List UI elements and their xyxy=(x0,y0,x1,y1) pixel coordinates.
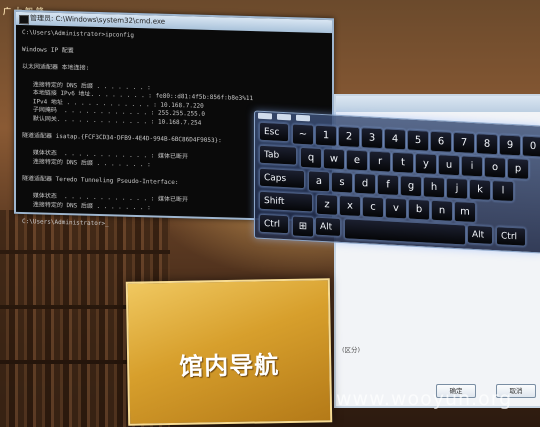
key-n[interactable]: n xyxy=(431,199,453,222)
alt-key[interactable]: Alt xyxy=(467,224,493,245)
keyboard-header-button[interactable] xyxy=(296,114,310,122)
key-t[interactable]: t xyxy=(392,151,414,174)
key-k[interactable]: k xyxy=(469,178,491,201)
key-h[interactable]: h xyxy=(423,176,445,199)
key-j[interactable]: j xyxy=(446,177,468,200)
tab-key[interactable]: Tab xyxy=(259,144,297,166)
key-x[interactable]: x xyxy=(339,194,361,218)
key-l[interactable]: l xyxy=(492,179,514,203)
key-4[interactable]: 4 xyxy=(384,128,406,151)
ctrl-key[interactable]: Ctrl xyxy=(496,226,526,247)
on-screen-keyboard[interactable]: Esc ~1 2 3 4 5 6 7 8 9 0 Tab q w e r t y u i o p Caps a s d f g h j k l… xyxy=(254,110,540,254)
key-q[interactable]: q xyxy=(300,146,322,170)
key-d[interactable]: d xyxy=(354,172,376,195)
alt-key[interactable]: Alt xyxy=(315,216,341,238)
library-navigation-label: 馆内导航 xyxy=(179,351,280,381)
key-5[interactable]: 5 xyxy=(407,129,429,152)
cmd-title: 管理员: C:\Windows\system32\cmd.exe xyxy=(30,14,166,26)
key-7[interactable]: 7 xyxy=(453,131,475,155)
key-o[interactable]: o xyxy=(484,156,506,179)
dialog-title-bar[interactable] xyxy=(336,96,540,112)
dialog-field-label: (区分) xyxy=(342,346,361,354)
shift-key[interactable]: Shift xyxy=(259,190,313,213)
key-a[interactable]: a xyxy=(308,170,330,193)
key-6[interactable]: 6 xyxy=(430,130,452,153)
space-key[interactable] xyxy=(344,218,466,246)
key-y[interactable]: y xyxy=(415,152,437,176)
key-1[interactable]: 1 xyxy=(315,124,337,147)
keyboard-header-button[interactable] xyxy=(277,113,291,121)
key-e[interactable]: e xyxy=(346,149,368,172)
key-w[interactable]: w xyxy=(323,148,345,171)
key-z[interactable]: z xyxy=(316,193,338,216)
windows-key[interactable]: ⊞ xyxy=(292,215,314,238)
key-f[interactable]: f xyxy=(377,173,399,197)
esc-key[interactable]: Esc xyxy=(259,121,289,143)
tilde-key[interactable]: ~ xyxy=(292,123,314,146)
key-v[interactable]: v xyxy=(385,197,407,220)
key-r[interactable]: r xyxy=(369,150,391,173)
watermark: www.wooyun.org xyxy=(336,388,513,410)
key-i[interactable]: i xyxy=(461,155,483,178)
key-2[interactable]: 2 xyxy=(338,125,360,149)
key-8[interactable]: 8 xyxy=(476,133,498,156)
key-9[interactable]: 9 xyxy=(499,134,521,157)
key-b[interactable]: b xyxy=(408,198,430,221)
keyboard-header-button[interactable] xyxy=(258,112,272,120)
library-navigation-button[interactable]: 馆内导航 xyxy=(125,278,333,426)
key-p[interactable]: p xyxy=(507,157,529,180)
key-s[interactable]: s xyxy=(331,171,353,194)
key-m[interactable]: m xyxy=(454,200,476,224)
key-0[interactable]: 0 xyxy=(522,135,540,158)
key-c[interactable]: c xyxy=(362,196,384,219)
key-u[interactable]: u xyxy=(438,154,460,177)
key-g[interactable]: g xyxy=(400,175,422,198)
key-3[interactable]: 3 xyxy=(361,127,383,150)
cmd-icon xyxy=(19,14,29,25)
ctrl-key[interactable]: Ctrl xyxy=(259,213,289,235)
caps-lock-key[interactable]: Caps xyxy=(259,167,305,190)
